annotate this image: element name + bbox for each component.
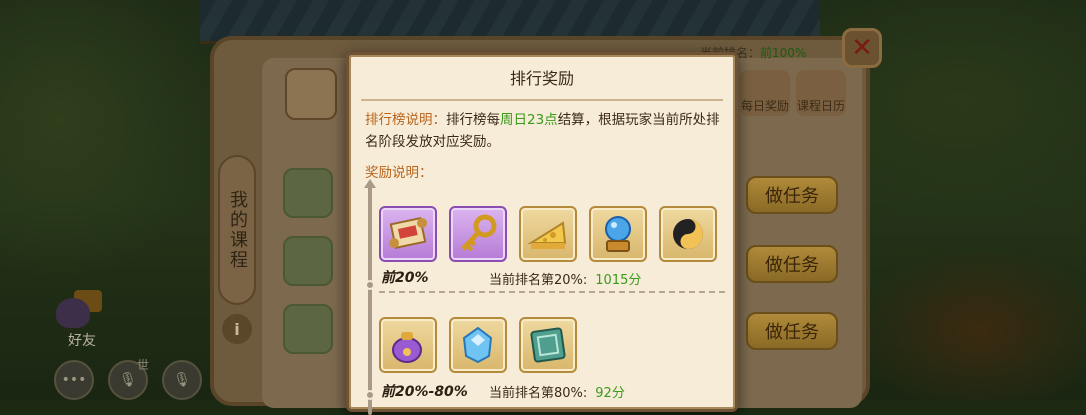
cheese-icon <box>521 208 575 260</box>
ice-crystal-icon <box>451 319 505 371</box>
scroll-icon <box>381 208 435 260</box>
reward-item[interactable] <box>449 317 507 373</box>
tablet-icon <box>521 319 575 371</box>
tier-name: 前20% <box>381 270 429 286</box>
voice-button[interactable]: 🎙 <box>162 360 202 400</box>
description-label: 排行榜说明： <box>365 112 446 128</box>
pouch-icon <box>381 319 435 371</box>
task-row-icon <box>283 236 333 286</box>
world-channel-label: 世 <box>137 358 150 372</box>
reward-item[interactable] <box>519 206 577 262</box>
task-row-icon <box>283 304 333 354</box>
tab-course-calendar[interactable]: 课程日历 <box>796 70 846 116</box>
key-icon <box>451 208 505 260</box>
tier-reward-items <box>379 317 577 373</box>
dialog-title: 排行奖励 <box>509 69 574 88</box>
friends-label: 好友 <box>68 333 96 349</box>
reward-description-label: 奖励说明： <box>365 165 433 181</box>
do-task-button[interactable]: 做任务 <box>746 176 838 214</box>
close-icon: ✕ <box>851 33 873 63</box>
chat-button[interactable]: ••• <box>54 360 94 400</box>
ranking-reward-dialog: 排行奖励 排行榜说明：排行榜每周日23点结算，根据玩家当前所处排名阶段发放对应奖… <box>346 52 738 415</box>
tier-timeline <box>368 183 372 415</box>
tier-node <box>365 280 375 290</box>
crystal-ball-icon <box>591 208 645 260</box>
reward-item[interactable] <box>449 206 507 262</box>
settlement-time: 周日23点 <box>500 112 558 128</box>
task-row-icon <box>283 168 333 218</box>
tier-current-rank: 当前排名第80%: 92分 <box>489 386 625 401</box>
tier-divider <box>379 291 725 293</box>
tier-reward-items <box>379 206 717 262</box>
yin-yang-icon <box>661 208 715 260</box>
avatar[interactable] <box>285 68 337 120</box>
reward-item[interactable] <box>519 317 577 373</box>
title-divider <box>361 99 723 101</box>
cat-avatar-icon <box>56 298 90 328</box>
info-button[interactable]: i <box>222 314 252 344</box>
ranking-description: 排行榜说明：排行榜每周日23点结算，根据玩家当前所处排名阶段发放对应奖励。 <box>365 112 720 150</box>
reward-item[interactable] <box>379 206 437 262</box>
tier-score: 1015分 <box>595 273 642 288</box>
my-courses-tab[interactable]: 我的课程 <box>218 155 256 305</box>
reward-item[interactable] <box>659 206 717 262</box>
tier-name: 前20%-80% <box>381 384 468 400</box>
tab-daily-reward[interactable]: 每日奖励 <box>740 70 790 116</box>
do-task-button[interactable]: 做任务 <box>746 245 838 283</box>
course-tabs: 每日奖励 课程日历 <box>740 70 846 116</box>
tier-node <box>365 390 375 400</box>
reward-item[interactable] <box>379 317 437 373</box>
reward-item[interactable] <box>589 206 647 262</box>
tier-score: 92分 <box>595 386 625 401</box>
friends-button[interactable]: 好友 <box>50 290 102 350</box>
microphone-icon: 🎙 <box>173 372 191 388</box>
do-task-button[interactable]: 做任务 <box>746 312 838 350</box>
close-button[interactable]: ✕ <box>842 28 882 68</box>
microphone-icon: 🎙 <box>119 372 137 388</box>
arrow-up-icon <box>364 179 376 188</box>
tier-current-rank: 当前排名第20%: 1015分 <box>489 273 642 288</box>
chat-bubble-icon: ••• <box>61 372 87 388</box>
